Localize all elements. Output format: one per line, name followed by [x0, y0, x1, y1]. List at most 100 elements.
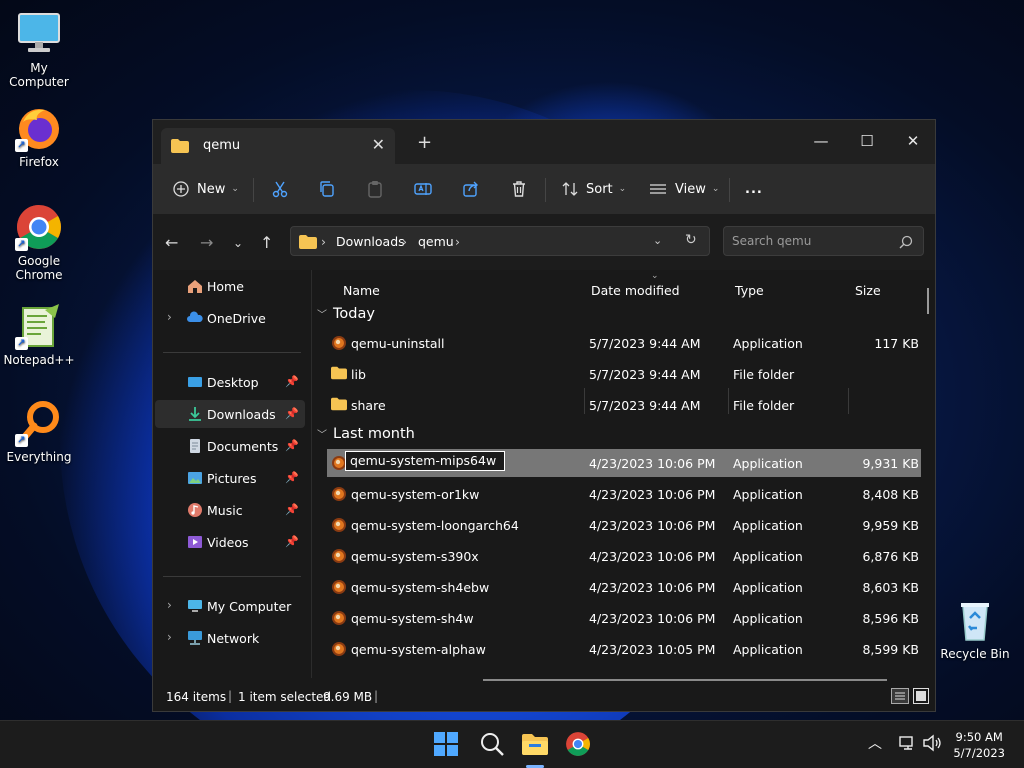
recent-locations-chevron-icon[interactable]: ⌄ — [233, 236, 243, 250]
delete-button[interactable] — [510, 176, 528, 202]
pin-icon[interactable]: 📌 — [285, 407, 299, 420]
chevron-right-icon[interactable]: › — [167, 598, 172, 612]
file-row[interactable]: lib 5/7/2023 9:44 AM File folder — [327, 360, 921, 388]
share-button[interactable] — [462, 176, 480, 202]
sidebar-item-music[interactable]: Music 📌 — [155, 496, 305, 524]
file-row[interactable]: qemu-system-loongarch64 4/23/2023 10:06 P… — [327, 511, 921, 539]
shortcut-arrow-icon: ↗ — [15, 434, 28, 447]
breadcrumb-qemu[interactable]: qemu — [418, 234, 454, 249]
pin-icon[interactable]: 📌 — [285, 375, 299, 388]
network-status-icon[interactable] — [898, 734, 916, 756]
sidebar-item-network[interactable]: › Network — [155, 624, 305, 652]
cut-button[interactable] — [271, 176, 289, 202]
chevron-down-icon: ⌄ — [231, 184, 239, 194]
search-box[interactable]: Search qemu — [723, 226, 924, 256]
search-icon[interactable] — [479, 731, 507, 759]
file-row[interactable]: qemu-system-sh4w 4/23/2023 10:06 PM Applic… — [327, 604, 921, 632]
new-button[interactable]: New ⌄ — [173, 176, 239, 202]
breadcrumb-downloads[interactable]: Downloads — [336, 234, 405, 249]
desktop-icon-firefox[interactable]: ↗ Firefox — [1, 104, 77, 169]
pin-icon[interactable]: 📌 — [285, 471, 299, 484]
horizontal-scrollbar[interactable] — [483, 679, 887, 681]
sidebar-item-label: OneDrive — [207, 311, 266, 326]
refresh-icon[interactable]: ↻ — [685, 232, 697, 248]
sidebar-item-documents[interactable]: Documents 📌 — [155, 432, 305, 460]
pin-icon[interactable]: 📌 — [285, 535, 299, 548]
desktop-icon-label: Everything — [6, 450, 72, 464]
group-header-last-month[interactable]: ﹀ Last month — [317, 426, 415, 442]
chrome-icon[interactable] — [565, 731, 593, 759]
file-date: 4/23/2023 10:06 PM — [589, 549, 716, 564]
file-row[interactable]: qemu-system-or1kw 4/23/2023 10:06 PM Appli… — [327, 480, 921, 508]
chevron-right-icon[interactable]: › — [167, 310, 172, 324]
sidebar-item-pictures[interactable]: Pictures 📌 — [155, 464, 305, 492]
recycle-bin-icon — [951, 596, 999, 644]
paste-button[interactable] — [366, 176, 384, 202]
maximize-button[interactable]: ☐ — [845, 126, 889, 156]
file-explorer-icon[interactable] — [521, 731, 549, 759]
chevron-right-icon[interactable]: › — [167, 630, 172, 644]
desktop-icon-notepadpp[interactable]: ↗ Notepad++ — [1, 302, 77, 367]
sidebar-item-home[interactable]: Home — [155, 272, 305, 300]
sort-button[interactable]: Sort ⌄ — [561, 176, 626, 202]
view-button[interactable]: View ⌄ — [649, 176, 719, 202]
share-icon — [462, 180, 480, 198]
rename-input[interactable]: qemu-system-mips64w — [345, 451, 505, 471]
file-row[interactable]: qemu-system-alphaw 4/23/2023 10:05 PM Appl… — [327, 635, 921, 663]
desktop-icon-my-computer[interactable]: My Computer — [1, 10, 77, 89]
sidebar-item-onedrive[interactable]: › OneDrive — [155, 304, 305, 332]
details-view-toggle-icon[interactable] — [891, 688, 909, 707]
system-clock[interactable]: 9:50 AM 5/7/2023 — [953, 729, 1005, 761]
close-tab-icon[interactable]: ✕ — [372, 135, 385, 154]
sort-chevron-icon: ⌄ — [651, 271, 659, 281]
desktop-icon-recycle-bin[interactable]: Recycle Bin — [937, 596, 1013, 661]
pin-icon[interactable]: 📌 — [285, 503, 299, 516]
group-header-today[interactable]: ﹀ Today — [317, 306, 375, 322]
forward-arrow-icon[interactable]: → — [200, 233, 213, 252]
chevron-down-icon: ﹀ — [317, 310, 327, 321]
copy-button[interactable] — [318, 176, 336, 202]
pin-icon[interactable]: 📌 — [285, 439, 299, 452]
sidebar-item-label: Network — [207, 631, 260, 646]
tab-qemu[interactable]: qemu ✕ — [161, 128, 395, 164]
vertical-scrollbar[interactable] — [927, 288, 929, 314]
desktop-icon-chrome[interactable]: ↗ Google Chrome — [1, 203, 77, 282]
pane-splitter[interactable] — [311, 270, 312, 678]
up-arrow-icon[interactable]: ↑ — [260, 233, 273, 252]
file-row[interactable]: qemu-system-s390x 4/23/2023 10:06 PM Appli… — [327, 542, 921, 570]
file-row-selected[interactable]: qemu-system-mips64w 4/23/2023 10:06 PM App… — [327, 449, 921, 477]
monitor-icon — [15, 10, 63, 58]
address-dropdown-chevron-icon[interactable]: ⌄ — [653, 234, 662, 247]
file-row[interactable]: qemu-uninstall 5/7/2023 9:44 AM Applicatio… — [327, 329, 921, 357]
breadcrumb-chevron-icon[interactable]: › — [455, 234, 460, 249]
more-options-button[interactable]: ... — [745, 176, 763, 202]
address-bar[interactable]: › Downloads › qemu › ⌄ ↻ — [290, 226, 710, 256]
new-tab-button[interactable]: + — [417, 132, 432, 153]
volume-icon[interactable] — [922, 734, 942, 756]
file-row[interactable]: qemu-system-sh4ebw 4/23/2023 10:06 PM Appl… — [327, 573, 921, 601]
rename-button[interactable] — [414, 176, 432, 202]
sidebar-item-my-computer[interactable]: › My Computer — [155, 592, 305, 620]
sidebar-divider — [163, 576, 301, 577]
sidebar-item-desktop[interactable]: Desktop 📌 — [155, 368, 305, 396]
close-window-button[interactable]: ✕ — [891, 126, 935, 156]
trash-icon — [510, 180, 528, 198]
chrome-icon: ↗ — [15, 203, 63, 251]
tiles-view-toggle-icon[interactable] — [913, 688, 929, 707]
desktop-folder-icon — [187, 374, 203, 390]
desktop-icon-everything[interactable]: ↗ Everything — [1, 399, 77, 464]
file-explorer-window: qemu ✕ + — ☐ ✕ New ⌄ Sort ⌄ View ⌄ ... ←… — [152, 119, 936, 712]
breadcrumb-chevron-icon[interactable]: › — [402, 234, 407, 249]
chevron-down-icon: ⌄ — [618, 184, 627, 194]
file-name: qemu-uninstall — [351, 336, 445, 351]
title-bar: qemu ✕ + — ☐ ✕ — [153, 120, 935, 164]
minimize-button[interactable]: — — [799, 126, 843, 156]
sidebar-item-videos[interactable]: Videos 📌 — [155, 528, 305, 556]
back-arrow-icon[interactable]: ← — [165, 233, 178, 252]
show-hidden-icons-chevron-icon[interactable]: ︿ — [868, 733, 882, 753]
start-windows-icon[interactable] — [433, 731, 461, 759]
file-name: share — [351, 398, 386, 413]
file-row[interactable]: share 5/7/2023 9:44 AM File folder — [327, 391, 921, 419]
sidebar-item-downloads[interactable]: Downloads 📌 — [155, 400, 305, 428]
breadcrumb-chevron-icon[interactable]: › — [321, 234, 326, 249]
